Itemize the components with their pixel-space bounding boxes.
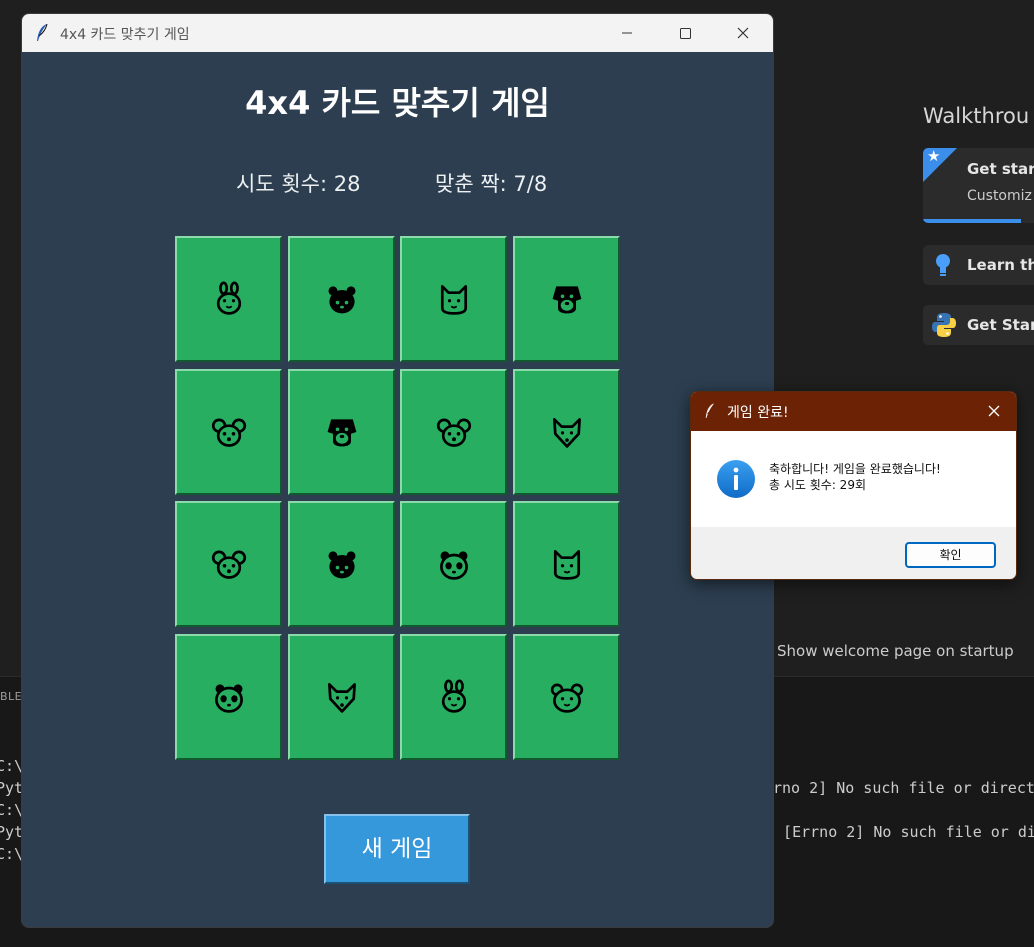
walkthrough-progress-bar bbox=[923, 219, 1021, 223]
cat-face-icon bbox=[436, 281, 472, 317]
rabbit-face-icon bbox=[211, 281, 247, 317]
bear-face-icon bbox=[324, 546, 360, 582]
walkthrough-subtitle: Customiz bbox=[967, 188, 1032, 204]
dialog-message-line: 총 시도 횟수: 29회 bbox=[769, 478, 866, 492]
star-icon: ★ bbox=[927, 148, 941, 165]
mouse-face-icon bbox=[211, 546, 247, 582]
window-titlebar[interactable]: 4x4 카드 맞추기 게임 bbox=[22, 14, 773, 52]
card-r1-c1[interactable] bbox=[175, 236, 282, 362]
minimize-icon bbox=[622, 32, 632, 34]
card-r4-c2[interactable] bbox=[288, 634, 395, 760]
card-r1-c2[interactable] bbox=[288, 236, 395, 362]
dialog-title: 게임 완료! bbox=[727, 405, 789, 421]
bear-face-icon bbox=[324, 281, 360, 317]
card-r2-c4[interactable] bbox=[513, 369, 620, 495]
panda-face-icon bbox=[436, 546, 472, 582]
card-r2-c1[interactable] bbox=[175, 369, 282, 495]
game-heading: 4x4 카드 맞추기 게임 bbox=[245, 84, 550, 122]
hamster-face-icon bbox=[549, 679, 585, 715]
matched-pairs-counter: 맞춘 짝: 7/8 bbox=[435, 172, 548, 196]
card-r4-c3[interactable] bbox=[400, 634, 507, 760]
game-window: 4x4 카드 맞추기 게임 4x4 카드 맞추기 게임 시도 횟수: 28 맞춘… bbox=[22, 14, 773, 927]
walkthrough-label: Get Start bbox=[967, 316, 1034, 334]
walkthrough-card-python[interactable]: Get Start bbox=[923, 305, 1034, 345]
minimize-button[interactable] bbox=[598, 14, 656, 52]
walkthrough-heading: Walkthrou bbox=[923, 104, 1030, 128]
walkthrough-label: Get start bbox=[967, 160, 1034, 178]
card-r3-c4[interactable] bbox=[513, 501, 620, 627]
walkthrough-label: Learn the bbox=[967, 256, 1034, 274]
card-r3-c2[interactable] bbox=[288, 501, 395, 627]
terminal-error-line: : [Errno 2] No such file or di bbox=[765, 823, 1034, 841]
terminal-line: C:\ bbox=[0, 801, 24, 819]
dog-face-icon bbox=[549, 281, 585, 317]
mouse-face-icon bbox=[211, 414, 247, 450]
card-r3-c1[interactable] bbox=[175, 501, 282, 627]
game-complete-dialog: 게임 완료! 축하합니다! 게임을 완료했습니다! 총 시도 횟수: 29회 확… bbox=[690, 391, 1017, 580]
python-icon bbox=[932, 313, 956, 337]
fox-face-icon bbox=[549, 414, 585, 450]
terminal-line: Pyt bbox=[0, 823, 24, 841]
window-title: 4x4 카드 맞추기 게임 bbox=[60, 27, 190, 43]
close-icon bbox=[988, 405, 1000, 417]
fox-face-icon bbox=[324, 679, 360, 715]
rabbit-face-icon bbox=[436, 679, 472, 715]
dialog-body: 축하합니다! 게임을 완료했습니다! 총 시도 횟수: 29회 bbox=[691, 431, 1016, 527]
terminal-error-line: rno 2] No such file or directo bbox=[773, 779, 1034, 797]
show-welcome-label[interactable]: Show welcome page on startup bbox=[777, 642, 1014, 660]
info-icon bbox=[717, 460, 755, 498]
tk-feather-icon bbox=[37, 23, 48, 41]
terminal-line: Pyt bbox=[0, 779, 24, 797]
mouse-face-icon bbox=[436, 414, 472, 450]
dialog-close-button[interactable] bbox=[972, 392, 1016, 431]
card-r2-c2[interactable] bbox=[288, 369, 395, 495]
attempts-counter: 시도 횟수: 28 bbox=[236, 172, 361, 196]
card-r1-c4[interactable] bbox=[513, 236, 620, 362]
close-icon bbox=[737, 27, 749, 39]
tk-feather-icon bbox=[705, 403, 715, 418]
maximize-button[interactable] bbox=[656, 14, 714, 52]
cat-face-icon bbox=[549, 546, 585, 582]
card-r2-c3[interactable] bbox=[400, 369, 507, 495]
terminal-line: C:\ bbox=[0, 757, 24, 775]
card-r1-c3[interactable] bbox=[400, 236, 507, 362]
ok-button[interactable]: 확인 bbox=[905, 542, 996, 568]
walkthrough-card-get-started[interactable]: ★ Get start Customiz bbox=[923, 148, 1034, 223]
dialog-message-line: 축하합니다! 게임을 완료했습니다! bbox=[769, 462, 941, 476]
card-r4-c4[interactable] bbox=[513, 634, 620, 760]
terminal-line: C:\ bbox=[0, 845, 24, 863]
walkthrough-card-learn[interactable]: Learn the bbox=[923, 245, 1034, 285]
dialog-message: 축하합니다! 게임을 완료했습니다! 총 시도 횟수: 29회 bbox=[769, 461, 941, 493]
panda-face-icon bbox=[211, 679, 247, 715]
lightbulb-icon bbox=[936, 254, 950, 276]
dog-face-icon bbox=[324, 414, 360, 450]
card-r4-c1[interactable] bbox=[175, 634, 282, 760]
dialog-titlebar[interactable]: 게임 완료! bbox=[691, 392, 1016, 431]
maximize-icon bbox=[680, 28, 691, 39]
new-game-button[interactable]: 새 게임 bbox=[324, 814, 470, 884]
card-r3-c3[interactable] bbox=[400, 501, 507, 627]
close-button[interactable] bbox=[714, 14, 772, 52]
